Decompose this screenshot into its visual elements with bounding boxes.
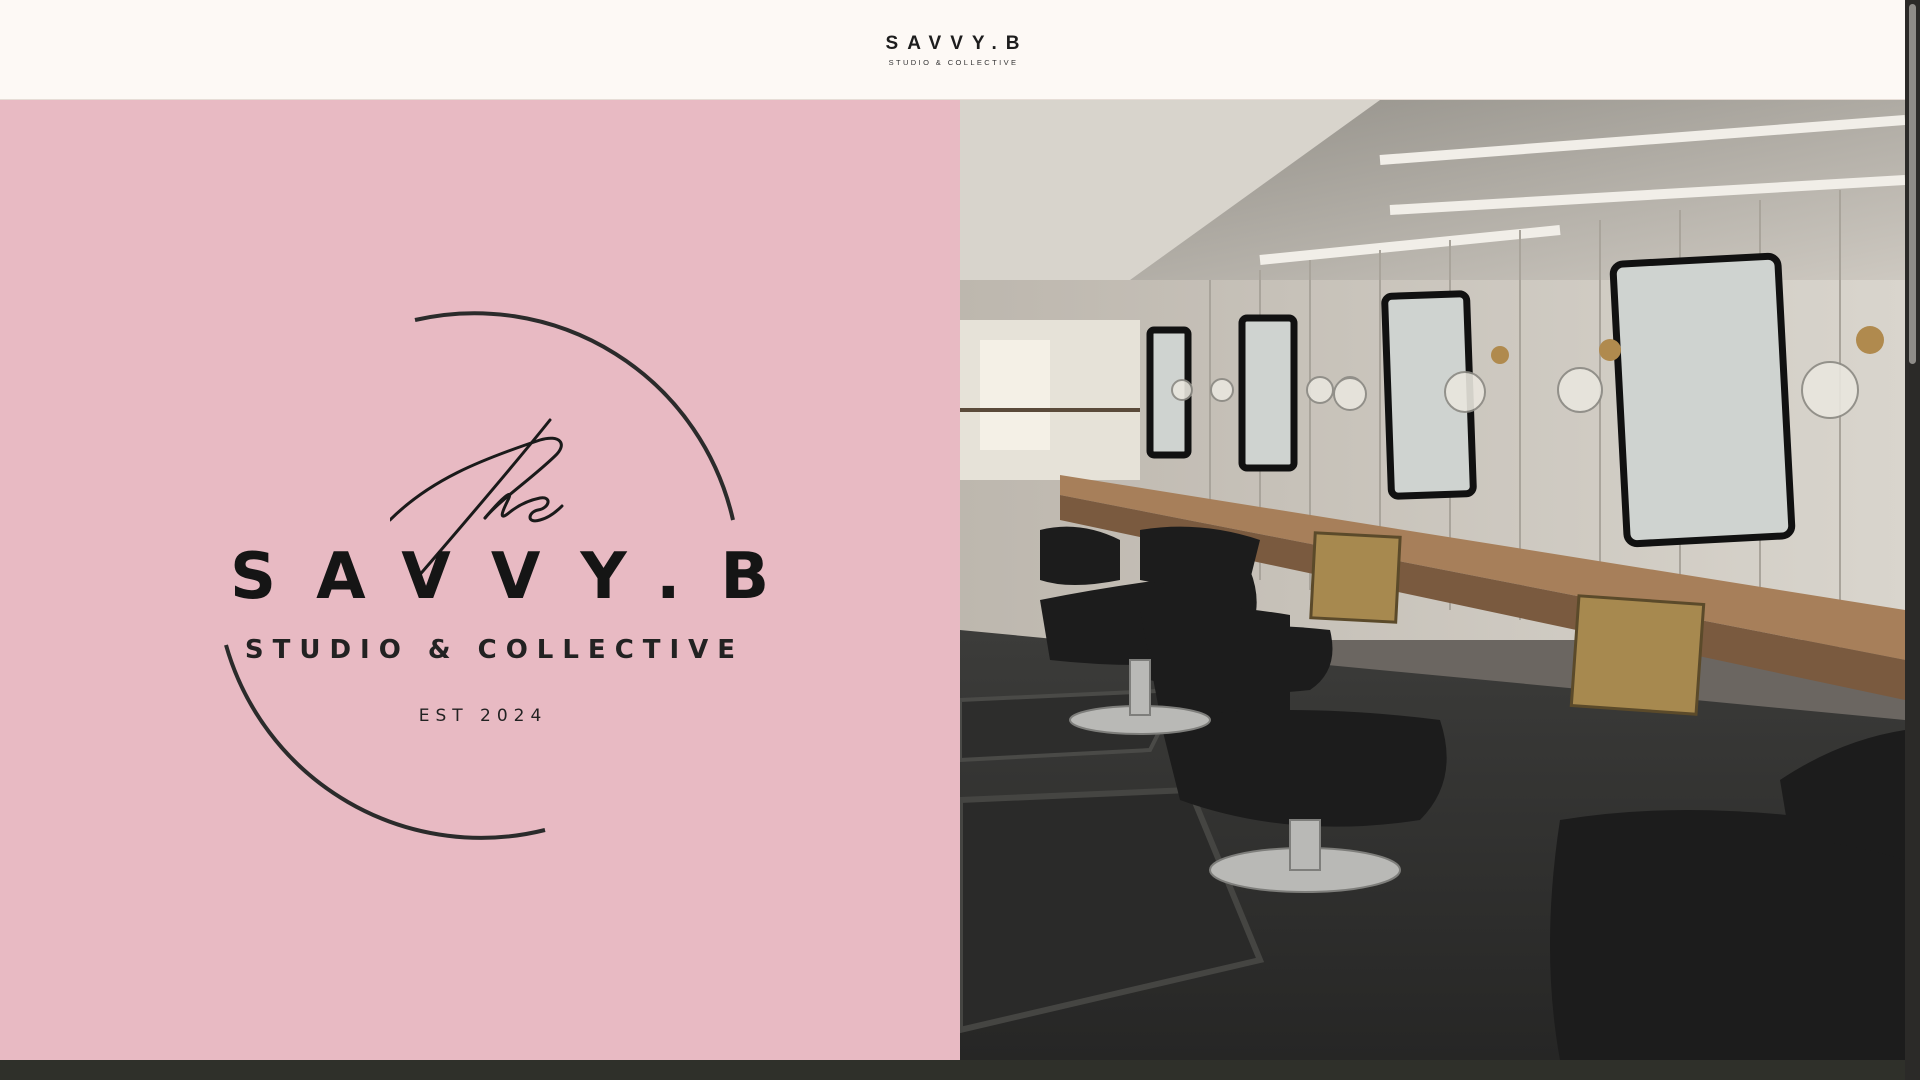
site-header: SAVVY.B STUDIO & COLLECTIVE [0, 0, 1905, 100]
header-logo-subtitle: STUDIO & COLLECTIVE [888, 57, 1019, 67]
header-logo[interactable]: SAVVY.B STUDIO & COLLECTIVE [877, 33, 1029, 67]
hero-logo-panel: SAVVY.B STUDIO & COLLECTIVE EST 2024 [0, 100, 960, 1060]
emblem-logo: SAVVY.B STUDIO & COLLECTIVE EST 2024 [0, 100, 960, 1060]
emblem-subtitle: STUDIO & COLLECTIVE [244, 635, 745, 665]
footer-strip [0, 1060, 1905, 1080]
page-scrollbar[interactable] [1905, 0, 1920, 1080]
salon-illustration [960, 100, 1905, 1060]
header-logo-title: SAVVY.B [885, 32, 1029, 54]
salon-interior-photo [960, 100, 1905, 1060]
emblem-est: EST 2024 [418, 706, 548, 726]
emblem-title: SAVVY.B [230, 540, 810, 614]
hero-section: SAVVY.B STUDIO & COLLECTIVE EST 2024 [0, 100, 1905, 1060]
scrollbar-thumb[interactable] [1909, 4, 1916, 364]
